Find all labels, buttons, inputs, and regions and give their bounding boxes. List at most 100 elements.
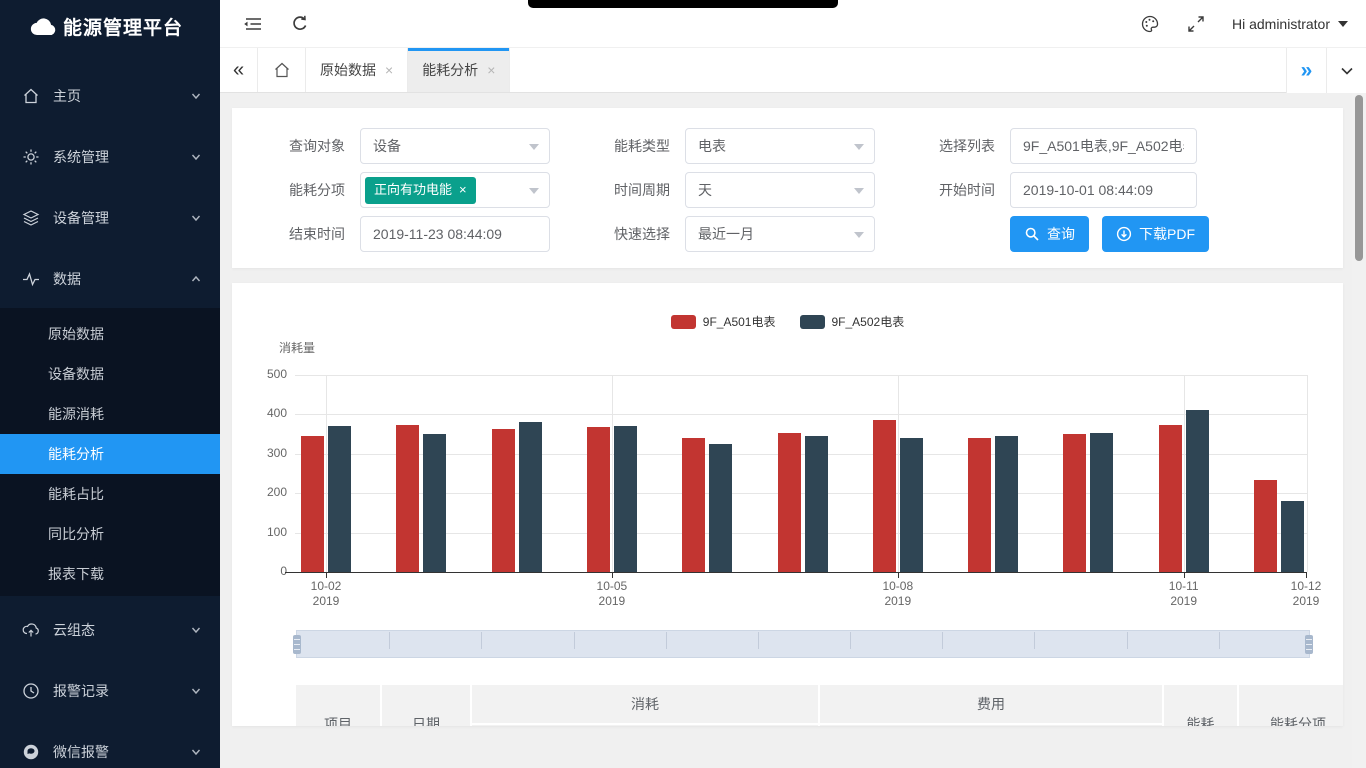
close-icon[interactable]: × (385, 62, 393, 78)
x-axis-tick (326, 573, 327, 578)
y-tick-label: 0 (247, 564, 287, 578)
y-tick-label: 200 (247, 485, 287, 499)
bar-9F_A501电表[interactable] (301, 436, 324, 572)
x-tick-label: 10-112019 (1154, 579, 1214, 609)
table-header-select (234, 685, 294, 726)
sidebar-item-home[interactable]: 主页 (0, 66, 220, 126)
legend-item[interactable]: 9F_A501电表 (671, 313, 776, 330)
time-period-select[interactable]: 天 (685, 172, 875, 208)
data-zoom-slider[interactable] (296, 630, 1310, 658)
sidebar-item-energy-analysis[interactable]: 能耗分析 (0, 434, 220, 474)
bar-9F_A501电表[interactable] (1159, 425, 1182, 572)
bar-9F_A502电表[interactable] (805, 436, 828, 572)
end-time-input[interactable] (360, 216, 550, 252)
bar-9F_A501电表[interactable] (1063, 434, 1086, 572)
sidebar-item-data[interactable]: 数据 (0, 249, 220, 309)
sidebar-item-alarm-records[interactable]: 报警记录 (0, 661, 220, 721)
tag-close-icon[interactable]: × (459, 173, 467, 207)
bar-9F_A502电表[interactable] (423, 434, 446, 572)
bar-9F_A502电表[interactable] (995, 436, 1018, 572)
quick-select-label: 快速选择 (550, 216, 685, 252)
bar-9F_A502电表[interactable] (1281, 501, 1304, 572)
x-tick-label: 10-022019 (296, 579, 356, 609)
query-object-label: 查询对象 (232, 128, 360, 164)
search-icon (1024, 226, 1040, 242)
cloud-logo-icon (30, 16, 57, 36)
sidebar-item-device-management[interactable]: 设备管理 (0, 188, 220, 248)
bar-9F_A501电表[interactable] (778, 433, 801, 572)
bar-9F_A502电表[interactable] (1090, 433, 1113, 572)
sidebar-item-wechat-alarm[interactable]: 微信报警 (0, 722, 220, 768)
query-button[interactable]: 查询 (1010, 216, 1089, 252)
refresh-icon[interactable] (290, 14, 310, 34)
time-period-label: 时间周期 (550, 172, 685, 208)
bar-9F_A501电表[interactable] (587, 427, 610, 572)
plot-right-border (1307, 375, 1308, 572)
clock-icon (22, 682, 40, 700)
energy-type-select[interactable]: 电表 (685, 128, 875, 164)
sidebar-item-cloud-config[interactable]: 云组态 (0, 600, 220, 660)
close-icon[interactable]: × (487, 62, 495, 78)
bar-9F_A501电表[interactable] (396, 425, 419, 572)
table-header-date: 日期 (382, 685, 470, 726)
sidebar-item-device-data[interactable]: 设备数据 (0, 354, 220, 394)
select-list-input[interactable] (1010, 128, 1197, 164)
bar-9F_A502电表[interactable] (328, 426, 351, 572)
tabs-scroll-back-button[interactable]: « (220, 48, 258, 92)
sidebar-item-report-download[interactable]: 报表下载 (0, 554, 220, 594)
sidebar-item-yoy-analysis[interactable]: 同比分析 (0, 514, 220, 554)
fullscreen-icon[interactable] (1186, 14, 1206, 34)
gridline (295, 414, 1307, 415)
tabs-menu-button[interactable] (1326, 48, 1366, 93)
start-time-input[interactable] (1010, 172, 1197, 208)
chevron-down-icon (190, 151, 202, 163)
bar-9F_A502电表[interactable] (614, 426, 637, 572)
page-scrollbar[interactable] (1352, 93, 1366, 768)
tab-label: 原始数据 (320, 60, 376, 80)
bar-9F_A501电表[interactable] (682, 438, 705, 572)
energy-item-multiselect[interactable]: 正向有功电能 × (360, 172, 550, 208)
download-pdf-button[interactable]: 下载PDF (1102, 216, 1209, 252)
sidebar-item-energy-proportion[interactable]: 能耗占比 (0, 474, 220, 514)
gridline (295, 375, 1307, 376)
query-object-select[interactable]: 设备 (360, 128, 550, 164)
energy-type-label: 能耗类型 (550, 128, 685, 164)
sidebar-item-raw-data[interactable]: 原始数据 (0, 314, 220, 354)
gridline (295, 493, 1307, 494)
tab-raw-data[interactable]: 原始数据 × (306, 48, 408, 92)
zoom-tick (850, 632, 851, 649)
sidebar-collapse-icon[interactable] (242, 14, 262, 34)
bar-9F_A501电表[interactable] (492, 429, 515, 572)
bar-9F_A501电表[interactable] (1254, 480, 1277, 572)
tabs-expand-button[interactable]: » (1286, 48, 1326, 93)
scrollbar-thumb[interactable] (1355, 95, 1363, 261)
legend-swatch (800, 315, 825, 329)
energy-item-label: 能耗分项 (232, 172, 360, 208)
quick-select-select[interactable]: 最近一月 (685, 216, 875, 252)
tabbar: « 原始数据 × 能耗分析 × (220, 48, 1366, 93)
gridline (1184, 375, 1185, 572)
sidebar-item-system-management[interactable]: 系统管理 (0, 127, 220, 187)
sidebar-item-label: 云组态 (53, 620, 190, 640)
bar-9F_A501电表[interactable] (968, 438, 991, 572)
zoom-handle-right[interactable] (1305, 635, 1313, 654)
bar-9F_A502电表[interactable] (1186, 410, 1209, 572)
zoom-tick (666, 632, 667, 649)
tab-energy-analysis[interactable]: 能耗分析 × (408, 48, 510, 92)
bar-9F_A502电表[interactable] (900, 438, 923, 572)
theme-palette-icon[interactable] (1140, 14, 1160, 34)
x-axis-tick (898, 573, 899, 578)
zoom-handle-left[interactable] (293, 635, 301, 654)
user-menu[interactable]: Hi administrator (1232, 16, 1348, 32)
bar-9F_A502电表[interactable] (709, 444, 732, 572)
bar-9F_A502电表[interactable] (519, 422, 542, 572)
chart-legend: 9F_A501电表 9F_A502电表 (232, 313, 1343, 330)
sidebar-item-energy-consumption[interactable]: 能源消耗 (0, 394, 220, 434)
home-tab-button[interactable] (258, 48, 306, 92)
bar-9F_A501电表[interactable] (873, 420, 896, 572)
legend-item[interactable]: 9F_A502电表 (800, 313, 905, 330)
sidebar-item-label: 设备管理 (53, 208, 190, 228)
y-tick-label: 100 (247, 525, 287, 539)
zoom-tick (574, 632, 575, 649)
filter-panel: 查询对象 设备 能耗类型 电表 选择列表 能耗分项 正向有功电能 × (232, 108, 1343, 268)
